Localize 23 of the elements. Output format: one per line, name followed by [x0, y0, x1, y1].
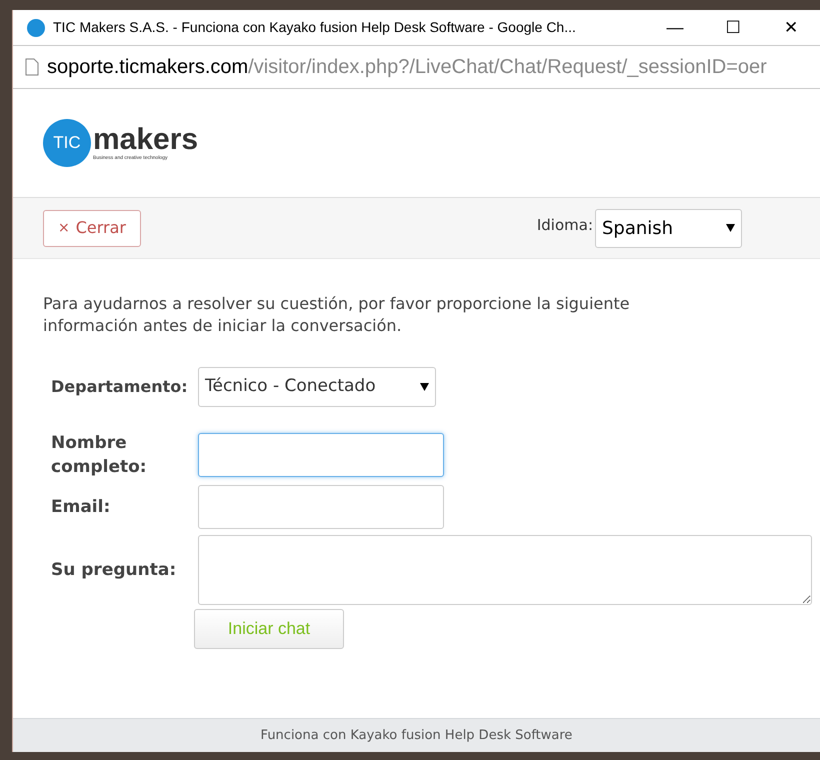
window-title: TIC Makers S.A.S. - Funciona con Kayako fusion Help Desk Software - Google Ch...	[53, 18, 576, 37]
department-select[interactable]: Técnico - Conectado	[198, 367, 436, 407]
language-select[interactable]: Spanish	[595, 208, 742, 248]
question-textarea[interactable]	[198, 535, 812, 605]
window-control[interactable]: —	[646, 14, 704, 40]
intro-text: Para ayudarnos a resolver su cuestión, por favor proporcione la siguiente información antes de iniciar la conversación.	[43, 293, 631, 337]
address-bar[interactable]: soporte.ticmakers.com/visitor/index.php?/LiveChat/Chat/Request/_sessionID=oer	[13, 45, 820, 89]
page-icon	[25, 58, 39, 76]
field-label: Su pregunta:	[51, 559, 178, 582]
department-label: Departamento:	[51, 376, 189, 398]
text-field[interactable]	[198, 485, 444, 529]
url-text: soporte.ticmakers.com/visitor/index.php?/LiveChat/Chat/Request/_sessionID=oer	[47, 55, 767, 80]
caret-icon	[420, 383, 429, 391]
caret-icon	[726, 224, 735, 232]
footer-text: Funciona con Kayako fusion Help Desk Software	[260, 726, 572, 745]
field-label: Email:	[51, 496, 112, 519]
text-field[interactable]	[198, 433, 444, 477]
language-label: Idioma:	[536, 215, 593, 236]
window-control[interactable]: ☐	[704, 14, 762, 40]
field-label: Nombre completo:	[51, 432, 148, 479]
site-icon	[27, 18, 45, 36]
close-button[interactable]: × Cerrar	[43, 210, 142, 246]
window-control[interactable]: ✕	[762, 14, 820, 40]
